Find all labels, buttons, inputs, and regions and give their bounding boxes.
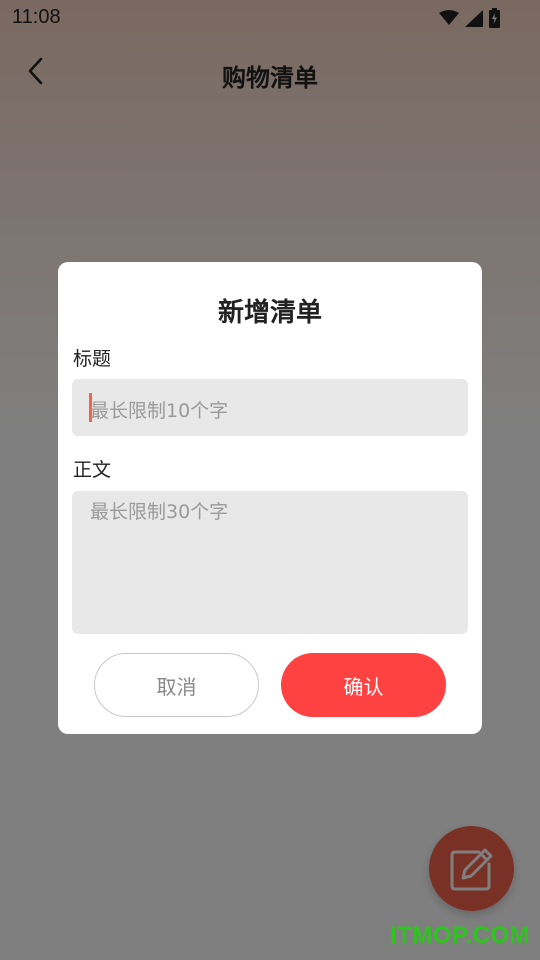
title-input[interactable]: 最长限制10个字 [72,379,468,436]
title-placeholder: 最长限制10个字 [90,400,229,422]
new-list-dialog: 新增清单 标题 最长限制10个字 正文 最长限制30个字 取消 确认 [58,262,482,734]
body-input[interactable]: 最长限制30个字 [72,491,468,634]
body-placeholder: 最长限制30个字 [90,501,229,523]
dialog-title: 新增清单 [217,298,322,328]
watermark: ITMOP.COM [389,922,530,949]
cancel-button[interactable]: 取消 [94,653,259,717]
body-label: 正文 [73,459,112,481]
confirm-button[interactable]: 确认 [281,653,446,717]
title-label: 标题 [73,348,112,370]
